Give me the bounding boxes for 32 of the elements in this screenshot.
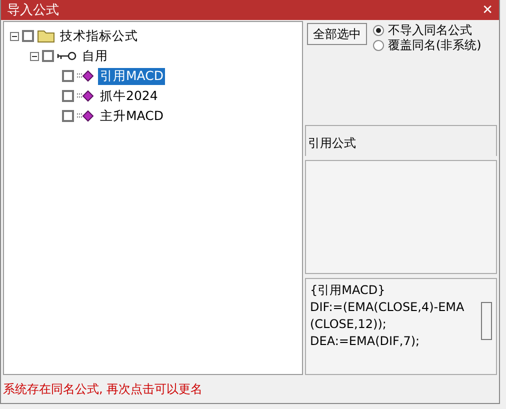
checkbox[interactable] — [62, 70, 74, 82]
checkbox[interactable] — [22, 30, 34, 42]
code-line: DIF:=(EMA(CLOSE,4)-EMA — [310, 299, 466, 316]
code-line: (CLOSE,12)); — [310, 316, 388, 333]
select-all-button[interactable]: 全部选中 — [307, 23, 367, 45]
tree-item[interactable]: 技术指标公式 — [58, 28, 140, 44]
window-title: 导入公式 — [7, 2, 59, 19]
code-line: {引用MACD} — [310, 282, 386, 299]
scrollbar-thumb[interactable] — [481, 302, 492, 340]
folder-icon — [37, 29, 55, 43]
status-message: 系统存在同名公式, 再次点击可以更名 — [2, 380, 204, 398]
diamond-icon — [77, 90, 95, 102]
diamond-icon — [77, 110, 95, 122]
radio-icon[interactable] — [373, 40, 384, 51]
checkbox[interactable] — [62, 90, 74, 102]
code-line: DEA:=EMA(DIF,7); — [310, 333, 421, 350]
formula-name-field[interactable]: 引用公式 — [305, 125, 497, 156]
formula-source-box[interactable]: {引用MACD} DIF:=(EMA(CLOSE,4)-EMA (CLOSE,12)); DEA:=EMA(DIF,7); — [305, 278, 497, 375]
tree-item[interactable]: 抓牛2024 — [98, 88, 160, 104]
radio-icon[interactable] — [373, 25, 384, 36]
expander[interactable] — [30, 52, 39, 60]
radio-option[interactable]: 覆盖同名(非系统) — [373, 38, 482, 53]
key-icon — [57, 51, 77, 61]
expander[interactable] — [10, 32, 19, 40]
checkbox[interactable] — [42, 50, 54, 62]
tree-item[interactable]: 主升MACD — [98, 108, 166, 124]
close-button[interactable]: ✕ — [480, 2, 495, 18]
tree-item[interactable]: 自用 — [80, 48, 110, 64]
tree-item[interactable]: 引用MACD — [98, 68, 166, 84]
checkbox[interactable] — [62, 110, 74, 122]
radio-option[interactable]: 不导入同名公式 — [373, 23, 482, 38]
diamond-icon — [77, 70, 95, 82]
